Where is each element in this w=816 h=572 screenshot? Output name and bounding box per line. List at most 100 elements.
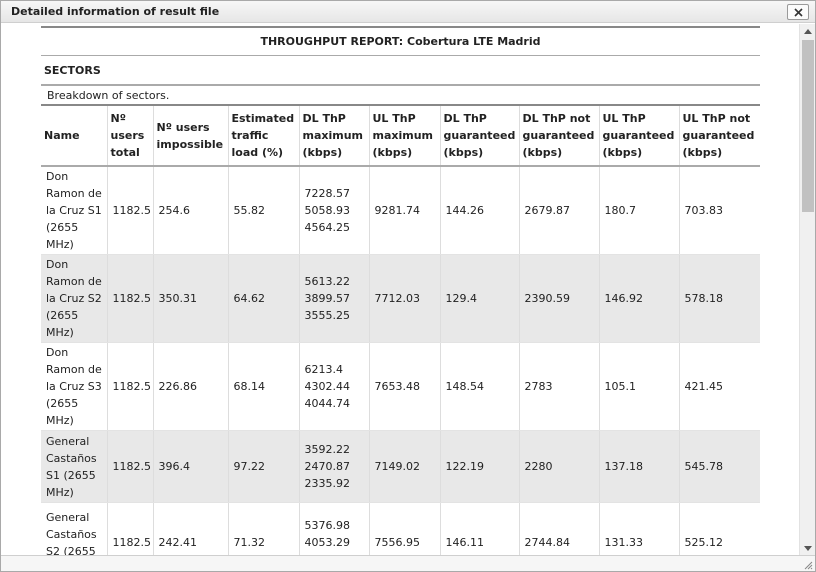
cell-dl-max: 6213.4 4302.44 4044.74 (298, 342, 369, 431)
section-description: Breakdown of sectors. (41, 86, 760, 106)
cell-dl-max: 7228.57 5058.93 4564.25 (298, 166, 369, 255)
cell-users-total: 1182.5 (106, 166, 153, 255)
header-dl-max: DL ThP maximum (kbps) (298, 106, 369, 167)
header-dl-not-guaranteed: DL ThP not guaranteed (kbps) (518, 106, 599, 167)
cell-name-line: la Cruz S1 (46, 204, 102, 217)
cell-name-line: General (46, 434, 90, 448)
cell-dl-max-line: 4044.74 (304, 397, 351, 410)
cell-name-line: Castaños (46, 527, 97, 541)
cell-dl-not-guaranteed: 2783 (518, 342, 599, 431)
cell-dl-max-line: 6213.4 (304, 363, 344, 376)
cell-ul-not-guaranteed: 578.18 (678, 254, 760, 343)
cell-name-line: Ramon de (46, 187, 102, 200)
cell-users-impossible: 242.41 (152, 502, 228, 555)
cell-dl-max-line: 4564.25 (304, 221, 351, 234)
report: THROUGHPUT REPORT: Cobertura LTE Madrid … (41, 26, 760, 555)
cell-traffic-load: 64.62 (227, 254, 299, 343)
cell-traffic-load: 97.22 (227, 430, 299, 503)
cell-dl-max: 5376.984053.293869.31 (298, 502, 369, 555)
cell-dl-max-line: 4302.44 (304, 380, 351, 393)
cell-dl-not-guaranteed: 2390.59 (518, 254, 599, 343)
cell-dl-max-line: 2470.87 (304, 460, 351, 473)
cell-dl-not-guaranteed: 2679.87 (518, 166, 599, 255)
scroll-down-arrow-icon[interactable] (803, 543, 813, 553)
header-users-impossible: Nº users impossible (152, 106, 228, 167)
header-ul-not-guaranteed: UL ThP not guaranteed (kbps) (678, 106, 760, 167)
cell-dl-max-line: 2335.92 (304, 477, 351, 490)
cell-name-line: MHz) (46, 326, 74, 339)
dialog-footer (1, 555, 815, 571)
cell-dl-guaranteed: 129.4 (439, 254, 519, 343)
scroll-thumb[interactable] (802, 40, 814, 212)
cell-dl-max-line: 3899.57 (304, 292, 351, 305)
cell-name: GeneralCastañosS2 (2655MHz) (41, 502, 107, 556)
table-header-row: Name Nº users total Nº users impossible … (41, 106, 760, 167)
cell-name-line: (2655 (46, 309, 79, 322)
cell-dl-max-line: 3555.25 (304, 309, 351, 322)
table-row[interactable]: General Castaños S1 (2655 MHz) 1182.5 396.4 97… (41, 430, 760, 503)
cell-name-line: Don (46, 258, 69, 271)
cell-name-line: General (46, 510, 90, 524)
cell-name-line: Don (46, 170, 69, 183)
cell-name-line: S2 (2655 (46, 544, 96, 556)
header-dl-guaranteed: DL ThP guaranteed (kbps) (439, 106, 519, 167)
cell-ul-guaranteed: 131.33 (598, 502, 679, 555)
cell-ul-not-guaranteed: 525.12 (678, 502, 760, 555)
cell-dl-not-guaranteed: 2280 (518, 430, 599, 503)
cell-name: General Castaños S1 (2655 MHz) (41, 430, 107, 503)
sectors-table: Name Nº users total Nº users impossible … (41, 106, 760, 555)
cell-name-line: Ramon de (46, 275, 102, 288)
cell-name-line: la Cruz S2 (46, 292, 102, 305)
table-row[interactable]: Don Ramon de la Cruz S3 (2655 MHz) 1182.5 226.… (41, 342, 760, 431)
cell-ul-guaranteed: 137.18 (598, 430, 679, 503)
cell-dl-max: 3592.22 2470.87 2335.92 (298, 430, 369, 503)
cell-traffic-load: 55.82 (227, 166, 299, 255)
cell-ul-guaranteed: 105.1 (598, 342, 679, 431)
cell-name-line: MHz) (46, 414, 74, 427)
cell-name-line: Castaños (46, 451, 97, 465)
header-users-total: Nº users total (106, 106, 153, 167)
cell-users-impossible: 350.31 (152, 254, 228, 343)
cell-dl-max-line: 4053.29 (304, 536, 351, 549)
result-dialog: Detailed information of result file THRO… (0, 0, 816, 572)
cell-users-total: 1182.5 (106, 502, 153, 555)
close-button[interactable] (787, 4, 809, 20)
vertical-scrollbar[interactable] (799, 24, 815, 555)
cell-name: Don Ramon de la Cruz S2 (2655 MHz) (41, 254, 107, 343)
cell-name-line: S1 (2655 (46, 468, 96, 482)
cell-ul-guaranteed: 146.92 (598, 254, 679, 343)
table-row[interactable]: Don Ramon de la Cruz S1 (2655 MHz) 1182.5 254.… (41, 166, 760, 255)
cell-name-line: la Cruz S3 (46, 380, 102, 393)
cell-ul-max: 7712.03 (368, 254, 440, 343)
table-row[interactable]: GeneralCastañosS2 (2655MHz)1182.5242.417… (41, 502, 760, 556)
header-ul-guaranteed: UL ThP guaranteed (kbps) (598, 106, 679, 167)
cell-users-impossible: 254.6 (152, 166, 228, 255)
cell-dl-not-guaranteed: 2744.84 (518, 502, 599, 555)
cell-dl-guaranteed: 144.26 (439, 166, 519, 255)
cell-dl-max-line: 5613.22 (304, 275, 351, 288)
header-name: Name (41, 106, 107, 167)
cell-users-impossible: 396.4 (152, 430, 228, 503)
cell-ul-not-guaranteed: 703.83 (678, 166, 760, 255)
resize-grip-icon[interactable] (803, 560, 813, 570)
cell-dl-guaranteed: 148.54 (439, 342, 519, 431)
cell-ul-max: 7556.95 (368, 502, 440, 555)
section-heading: SECTORS (41, 56, 760, 86)
dialog-titlebar[interactable]: Detailed information of result file (1, 1, 815, 23)
cell-users-impossible: 226.86 (152, 342, 228, 431)
cell-name: Don Ramon de la Cruz S3 (2655 MHz) (41, 342, 107, 431)
scroll-up-arrow-icon[interactable] (803, 26, 813, 36)
cell-traffic-load: 71.32 (227, 502, 299, 555)
cell-dl-guaranteed: 122.19 (439, 430, 519, 503)
table-row[interactable]: Don Ramon de la Cruz S2 (2655 MHz) 1182.5 350.… (41, 254, 760, 343)
cell-name: Don Ramon de la Cruz S1 (2655 MHz) (41, 166, 107, 255)
cell-dl-guaranteed: 146.11 (439, 502, 519, 555)
dialog-title: Detailed information of result file (11, 5, 220, 18)
cell-name-line: (2655 (46, 397, 79, 410)
cell-users-total: 1182.5 (106, 342, 153, 431)
cell-dl-max-line: 3592.22 (304, 443, 351, 456)
cell-name-line: MHz) (46, 238, 74, 251)
cell-users-total: 1182.5 (106, 430, 153, 503)
cell-dl-max: 5613.22 3899.57 3555.25 (298, 254, 369, 343)
cell-users-total: 1182.5 (106, 254, 153, 343)
